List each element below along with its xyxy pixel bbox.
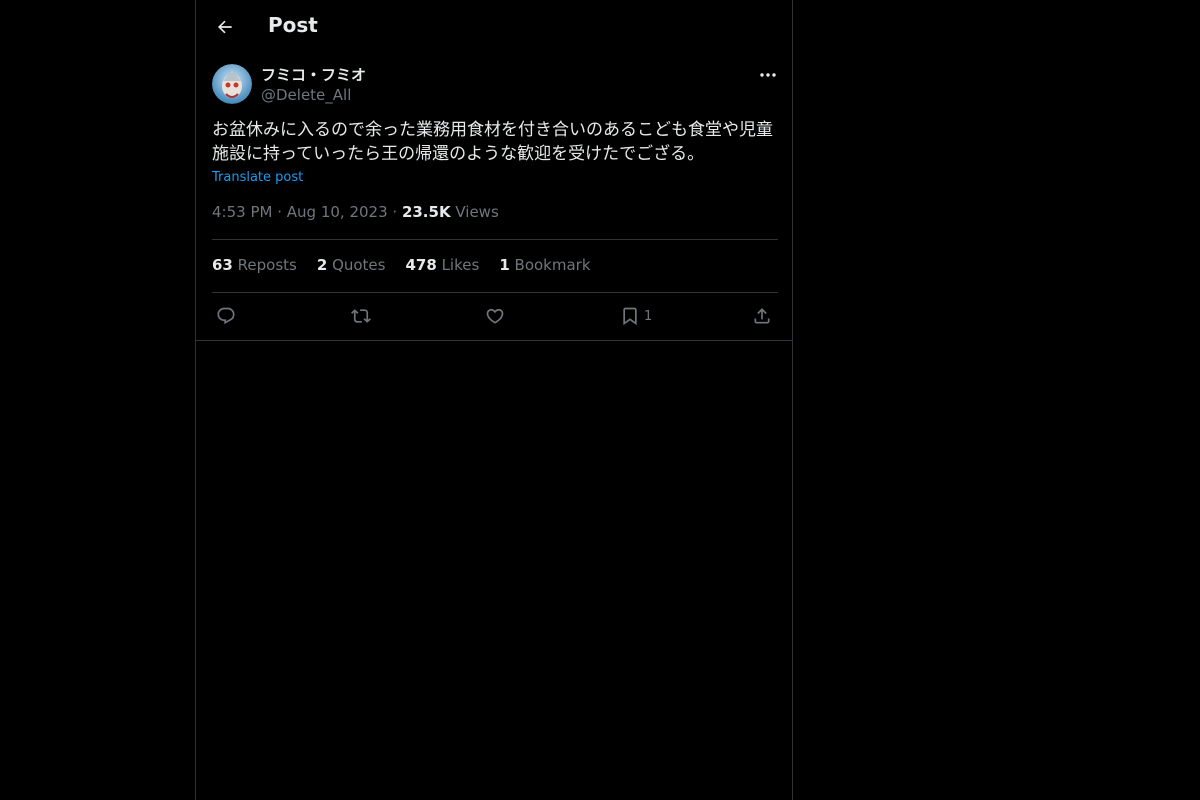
quotes-stat[interactable]: 2 Quotes — [317, 256, 386, 276]
like-button[interactable] — [485, 303, 505, 329]
share-icon — [752, 306, 772, 326]
repost-icon — [350, 306, 372, 326]
post-bottom-border — [196, 340, 792, 341]
reposts-label: Reposts — [237, 256, 297, 274]
bookmarks-stat[interactable]: 1 Bookmark — [499, 256, 590, 276]
views-label: Views — [455, 203, 499, 221]
reply-button[interactable] — [216, 303, 236, 329]
bookmarks-count: 1 — [499, 256, 510, 274]
post-column: Post フミコ・フミオ @Delete_All お盆休みに入るので余った業務用… — [195, 0, 793, 800]
post-stats: 63 Reposts 2 Quotes 478 Likes 1 Bookmark — [212, 256, 591, 276]
reposts-stat[interactable]: 63 Reposts — [212, 256, 297, 276]
author-display-name[interactable]: フミコ・フミオ — [261, 64, 366, 85]
more-horizontal-icon — [760, 72, 776, 78]
post-meta: 4:53 PM · Aug 10, 2023 · 23.5K Views — [212, 203, 499, 221]
bookmark-action-count: 1 — [644, 308, 653, 324]
quotes-count: 2 — [316, 256, 328, 274]
likes-stat[interactable]: 478 Likes — [405, 256, 479, 276]
translate-post-link[interactable]: Translate post — [212, 170, 303, 185]
views-count: 23.5K — [401, 203, 451, 221]
share-button[interactable] — [752, 303, 772, 329]
heart-icon — [485, 306, 505, 326]
bookmark-button[interactable]: 1 — [620, 303, 652, 329]
page-title: Post — [268, 13, 318, 37]
post-text: お盆休みに入るので余った業務用食材を付き合いのあるこども食堂や児童施設に持ってい… — [212, 120, 773, 164]
avatar[interactable] — [212, 64, 252, 104]
divider — [212, 292, 778, 293]
divider — [212, 239, 778, 240]
post-time[interactable]: 4:53 PM — [212, 203, 272, 221]
likes-label: Likes — [441, 256, 480, 274]
quotes-label: Quotes — [332, 256, 386, 274]
back-button[interactable] — [208, 10, 242, 44]
post-date[interactable]: Aug 10, 2023 — [287, 203, 388, 221]
author-handle[interactable]: @Delete_All — [261, 86, 351, 104]
more-options-button[interactable] — [756, 64, 780, 86]
post-header: Post — [196, 0, 792, 54]
bookmarks-label: Bookmark — [514, 256, 591, 274]
repost-button[interactable] — [350, 303, 372, 329]
reposts-count: 63 — [212, 256, 233, 274]
arrow-left-icon — [215, 17, 235, 37]
likes-count: 478 — [405, 256, 437, 274]
reply-icon — [216, 306, 236, 326]
bookmark-icon — [620, 306, 640, 326]
